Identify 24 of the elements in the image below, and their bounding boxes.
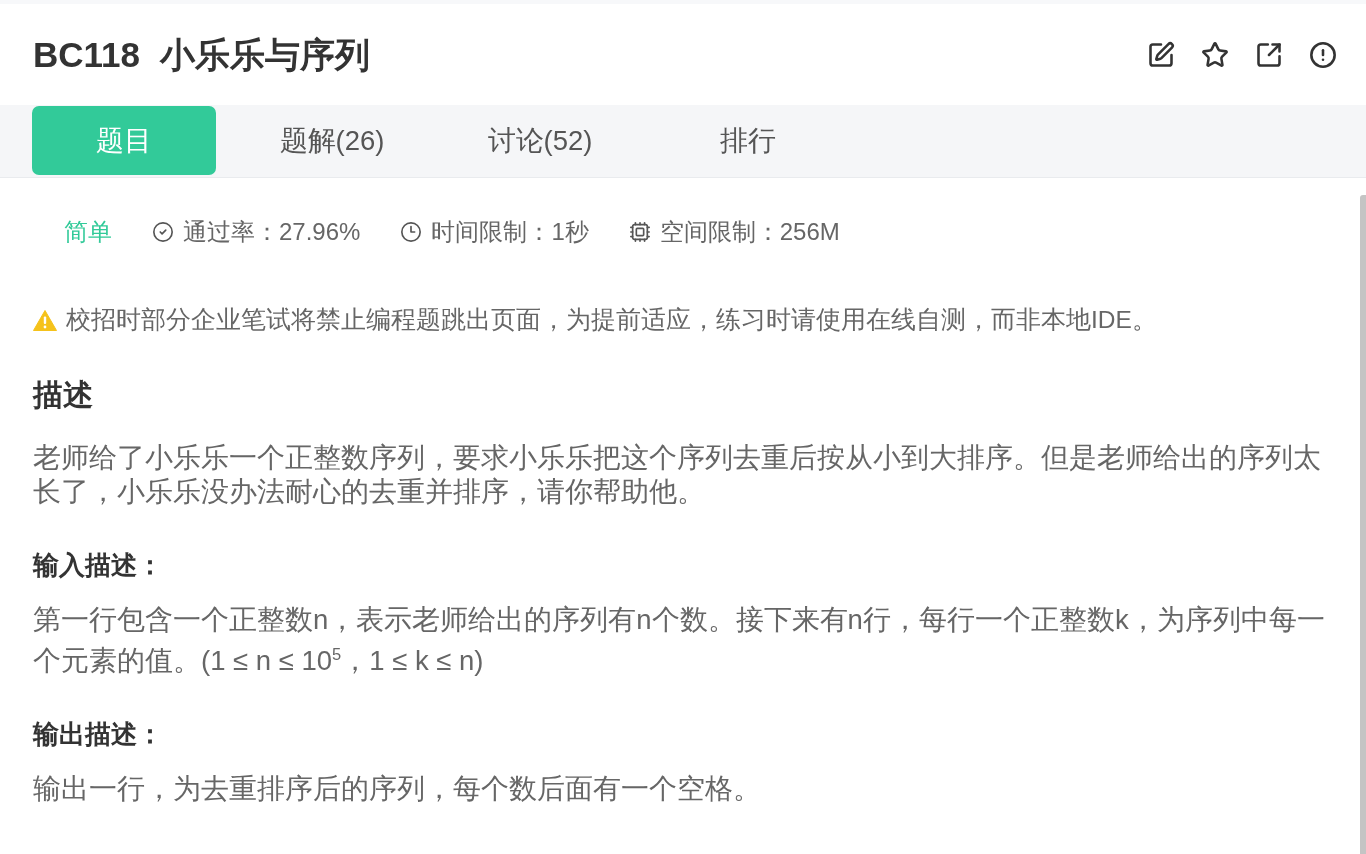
- external-link-icon[interactable]: [1255, 40, 1283, 69]
- alert-circle-icon[interactable]: [1309, 40, 1337, 69]
- edit-icon[interactable]: [1147, 40, 1175, 69]
- notice-text: 校招时部分企业笔试将禁止编程题跳出页面，为提前适应，练习时请使用在线自测，而非本地IDE。: [66, 305, 1157, 335]
- section-text: 第一行包含一个正整数n，表示老师给出的序列有n个数。接下来有n行，每行一个正整数k，为序列中每一个元素的值。(1 ≤ n ≤ 10$^{5}$，1 ≤ k ≤ n): [33, 603, 1326, 679]
- stat-text: 时间限制：1秒: [431, 217, 589, 247]
- section-heading: 输出描述：: [33, 718, 164, 752]
- check-circle-icon: [152, 221, 174, 243]
- clock-icon: [400, 221, 423, 243]
- section-text: 老师给了小乐乐一个正整数序列，要求小乐乐把这个序列去重后按从小到大排序。但是老师给出的序列太长了，小乐乐没办法耐心的去重并排序，请你帮助他。: [33, 441, 1322, 509]
- star-icon[interactable]: [1201, 40, 1229, 69]
- scrollbar[interactable]: [1360, 195, 1366, 854]
- stat-text: 通过率：27.96%: [183, 217, 361, 247]
- stat-text: 空间限制：256M: [659, 217, 840, 247]
- chip-icon: [628, 221, 651, 243]
- difficulty-label: 简单: [64, 217, 112, 247]
- problem-title: BC118 小乐乐与序列: [33, 33, 371, 76]
- tab[interactable]: 题解(26): [240, 106, 424, 175]
- section-heading: 描述: [33, 377, 94, 413]
- section-text: 输出一行，为去重排序后的序列，每个数后面有一个空格。: [33, 772, 762, 807]
- tab[interactable]: 排行: [656, 106, 840, 175]
- warning-icon: [33, 309, 57, 331]
- section-heading: 输入描述：: [33, 549, 164, 582]
- tab[interactable]: 讨论(52): [448, 106, 632, 175]
